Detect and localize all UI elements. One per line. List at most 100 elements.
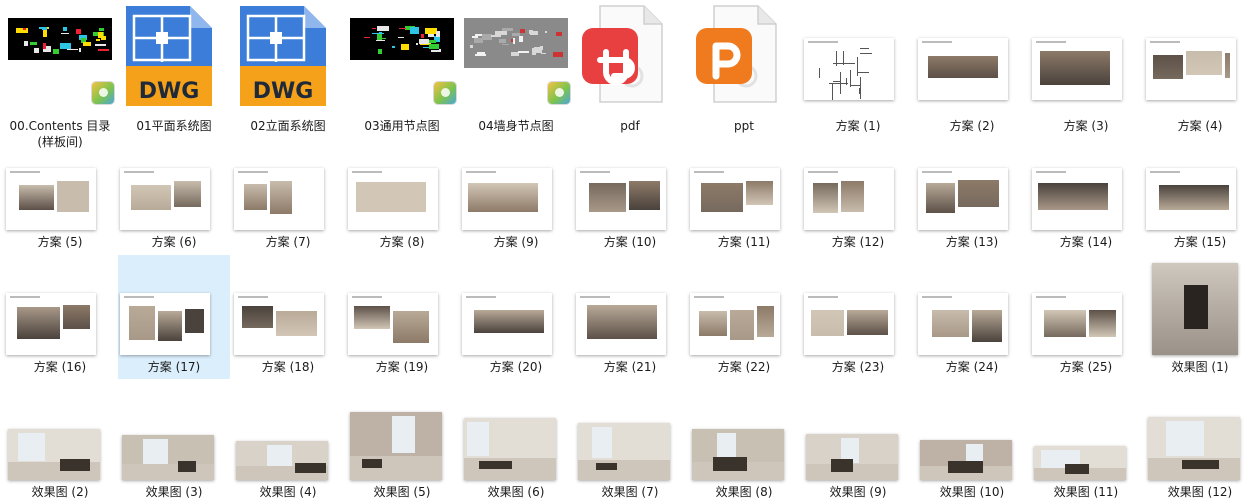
file-name: 效果图 (1) — [1144, 359, 1256, 375]
file-item[interactable]: 方案 (12) — [802, 130, 914, 254]
dwg-file-icon: DWG — [126, 6, 212, 106]
file-name: 效果图 (8) — [688, 484, 800, 500]
thumbnail-canvas — [1150, 259, 1250, 359]
file-thumbnail — [8, 384, 110, 484]
file-item[interactable]: 方案 (9) — [460, 130, 572, 254]
file-thumbnail — [580, 4, 680, 104]
file-item[interactable]: 方案 (5) — [4, 130, 116, 254]
thumbnail-canvas — [578, 384, 680, 484]
file-item[interactable]: 方案 (22) — [688, 255, 800, 379]
file-item[interactable]: 方案 (23) — [802, 255, 914, 379]
design-sheet-image — [576, 168, 666, 230]
file-thumbnail — [918, 4, 1022, 104]
file-name-line: 效果图 (8) — [715, 485, 773, 499]
file-item[interactable]: 方案 (19) — [346, 255, 458, 379]
file-thumbnail — [462, 259, 566, 359]
file-item[interactable]: DWG 01平面系统图 — [118, 0, 230, 133]
file-name: 效果图 (2) — [4, 484, 116, 500]
file-name-line: 效果图 (5) — [373, 485, 431, 499]
ppt-file-icon — [696, 5, 777, 103]
file-item[interactable]: 效果图 (10) — [916, 380, 1028, 504]
file-item[interactable]: 效果图 (5) — [346, 380, 458, 504]
file-name: 方案 (14) — [1030, 234, 1142, 250]
file-item[interactable]: 方案 (10) — [574, 130, 686, 254]
file-item[interactable]: 效果图 (2) — [4, 380, 116, 504]
file-item[interactable]: 方案 (7) — [232, 130, 344, 254]
file-name-line: 方案 (24) — [945, 360, 999, 374]
file-name: 方案 (6) — [118, 234, 230, 250]
rendering-image — [920, 439, 1012, 480]
design-sheet-image — [234, 293, 324, 355]
thumbnail-canvas — [1034, 384, 1136, 484]
file-name-line: 方案 (11) — [717, 235, 771, 249]
file-thumbnail — [1032, 259, 1136, 359]
rendering-image — [8, 429, 100, 480]
thumbnail-canvas — [8, 384, 110, 484]
file-item[interactable]: 方案 (24) — [916, 255, 1028, 379]
file-item[interactable]: 00.Contents 目录 (样板间) — [4, 0, 116, 149]
file-name-line: 方案 (14) — [1059, 235, 1113, 249]
file-item[interactable]: 方案 (2) — [916, 0, 1028, 133]
file-item[interactable]: 方案 (8) — [346, 130, 458, 254]
thumbnail-canvas — [6, 134, 110, 234]
file-name: 效果图 (11) — [1030, 484, 1142, 500]
file-item[interactable]: 方案 (21) — [574, 255, 686, 379]
thumbnail-canvas — [462, 134, 566, 234]
file-thumbnail — [234, 259, 338, 359]
rendering-image-portrait — [1152, 263, 1238, 355]
file-item[interactable]: 04墙身节点图 — [460, 0, 572, 133]
file-thumbnail — [1032, 4, 1136, 104]
file-item[interactable]: 效果图 (9) — [802, 380, 914, 504]
file-item[interactable]: pdf — [574, 0, 686, 133]
file-item[interactable]: 方案 (3) — [1030, 0, 1142, 133]
thumbnail-canvas — [1146, 4, 1250, 104]
file-name-line: 效果图 (1) — [1171, 360, 1229, 374]
file-item[interactable]: 方案 (16) — [4, 255, 116, 379]
file-item[interactable]: 03通用节点图 — [346, 0, 458, 133]
file-item[interactable]: DWG 02立面系统图 — [232, 0, 344, 133]
file-item[interactable]: 效果图 (1) — [1144, 255, 1256, 379]
file-item[interactable]: 方案 (15) — [1144, 130, 1256, 254]
design-sheet-image — [1032, 168, 1122, 230]
design-sheet-image — [1032, 293, 1122, 355]
thumbnail-canvas — [576, 259, 680, 359]
file-item[interactable]: 方案 (18) — [232, 255, 344, 379]
floor-plan-sheet-image — [804, 38, 894, 100]
file-name: 方案 (20) — [460, 359, 572, 375]
file-item[interactable]: 方案 (14) — [1030, 130, 1142, 254]
file-item[interactable]: 方案 (1) — [802, 0, 914, 133]
file-item[interactable]: 方案 (6) — [118, 130, 230, 254]
file-item[interactable]: 效果图 (8) — [688, 380, 800, 504]
file-name: 效果图 (6) — [460, 484, 572, 500]
thumbnail-canvas — [348, 259, 452, 359]
design-sheet-image — [462, 168, 552, 230]
rendering-image — [236, 440, 328, 480]
file-name: 方案 (17) — [118, 359, 230, 375]
file-item[interactable]: ppt — [688, 0, 800, 133]
file-item[interactable]: 效果图 (3) — [118, 380, 230, 504]
file-item[interactable]: 效果图 (6) — [460, 380, 572, 504]
file-name: 方案 (9) — [460, 234, 572, 250]
file-item[interactable]: 方案 (4) — [1144, 0, 1256, 133]
thumbnail-canvas — [122, 384, 224, 484]
file-item[interactable]: 方案 (20) — [460, 255, 572, 379]
rendering-image — [806, 434, 898, 480]
thumbnail-canvas — [1146, 134, 1250, 234]
file-name: 方案 (18) — [232, 359, 344, 375]
file-name-line: 效果图 (4) — [259, 485, 317, 499]
file-thumbnail: DWG — [124, 4, 224, 106]
design-sheet-image — [918, 293, 1008, 355]
file-item[interactable]: 方案 (25) — [1030, 255, 1142, 379]
file-item[interactable]: 方案 (11) — [688, 130, 800, 254]
cad-drawing-image — [8, 18, 112, 60]
file-name-line: 效果图 (12) — [1167, 485, 1233, 499]
file-item[interactable]: 方案 (13) — [916, 130, 1028, 254]
design-sheet-image — [690, 168, 780, 230]
file-item[interactable]: 效果图 (4) — [232, 380, 344, 504]
file-item[interactable]: 方案 (17) — [118, 255, 230, 379]
design-sheet-image — [6, 168, 96, 230]
file-item[interactable]: 效果图 (7) — [574, 380, 686, 504]
file-item[interactable]: 效果图 (11) — [1030, 380, 1142, 504]
file-name: 效果图 (7) — [574, 484, 686, 500]
file-item[interactable]: 效果图 (12) — [1144, 380, 1256, 504]
